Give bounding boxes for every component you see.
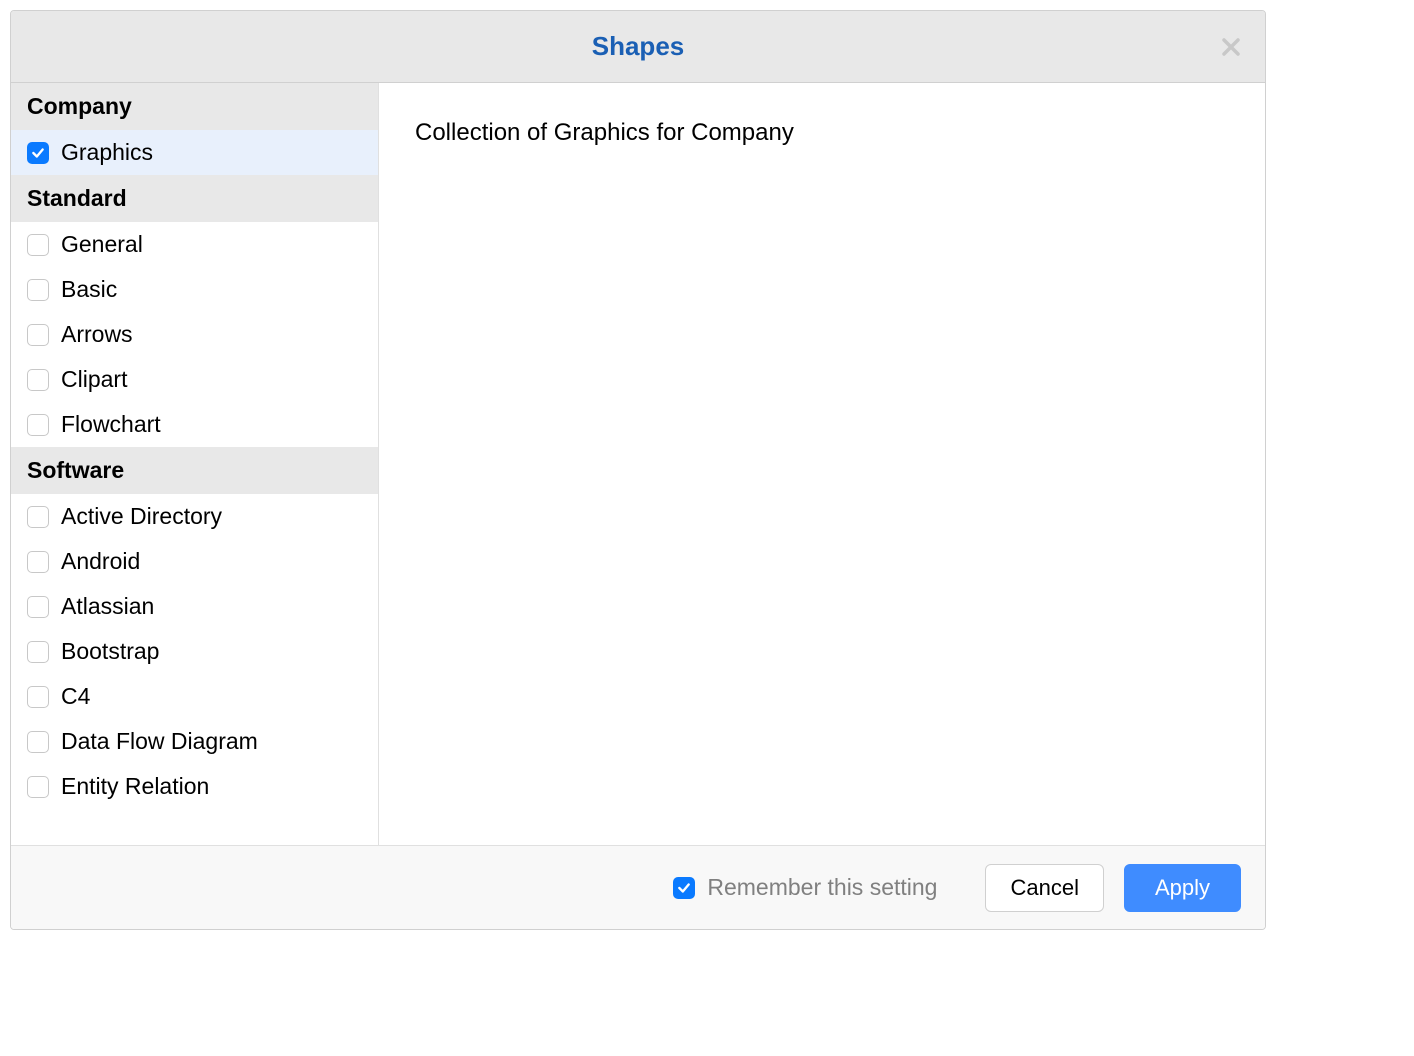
apply-button[interactable]: Apply xyxy=(1124,864,1241,912)
sidebar-item[interactable]: C4 xyxy=(11,674,378,719)
remember-setting-checkbox[interactable] xyxy=(673,877,695,899)
sidebar-item-label: Graphics xyxy=(61,139,153,166)
sidebar-item-label: Android xyxy=(61,548,140,575)
remember-setting-wrap: Remember this setting xyxy=(673,874,937,901)
sidebar-item-label: Active Directory xyxy=(61,503,222,530)
shape-checkbox[interactable] xyxy=(27,414,49,436)
sidebar-item-label: Entity Relation xyxy=(61,773,209,800)
sidebar-item-label: General xyxy=(61,231,143,258)
sidebar-item[interactable]: Android xyxy=(11,539,378,584)
dialog-header: Shapes xyxy=(11,11,1265,83)
shapes-dialog: Shapes Company Graphics Standard General Bas… xyxy=(10,10,1266,930)
sidebar-item-label: Atlassian xyxy=(61,593,154,620)
sidebar-item[interactable]: Flowchart xyxy=(11,402,378,447)
cancel-button[interactable]: Cancel xyxy=(985,864,1103,912)
shape-checkbox[interactable] xyxy=(27,776,49,798)
shape-collection-description: Collection of Graphics for Company xyxy=(415,119,1229,147)
content-pane: Collection of Graphics for Company xyxy=(379,83,1265,845)
sidebar-item[interactable]: Clipart xyxy=(11,357,378,402)
sidebar-category-header: Standard xyxy=(11,175,378,222)
shape-checkbox[interactable] xyxy=(27,641,49,663)
shape-checkbox[interactable] xyxy=(27,731,49,753)
sidebar-item[interactable]: Atlassian xyxy=(11,584,378,629)
shape-checkbox[interactable] xyxy=(27,369,49,391)
sidebar-item[interactable]: General xyxy=(11,222,378,267)
sidebar-item-label: Flowchart xyxy=(61,411,161,438)
remember-setting-label: Remember this setting xyxy=(707,874,937,901)
shape-checkbox[interactable] xyxy=(27,551,49,573)
sidebar-category-header: Software xyxy=(11,447,378,494)
sidebar-item[interactable]: Active Directory xyxy=(11,494,378,539)
shape-checkbox[interactable] xyxy=(27,279,49,301)
shape-checkbox[interactable] xyxy=(27,324,49,346)
dialog-footer: Remember this setting Cancel Apply xyxy=(11,845,1265,929)
sidebar-item-label: Clipart xyxy=(61,366,127,393)
shape-checkbox[interactable] xyxy=(27,686,49,708)
shape-checkbox[interactable] xyxy=(27,142,49,164)
sidebar-item[interactable]: Arrows xyxy=(11,312,378,357)
dialog-body: Company Graphics Standard General Basic Arrow… xyxy=(11,83,1265,845)
sidebar-item[interactable]: Entity Relation xyxy=(11,764,378,809)
dialog-title: Shapes xyxy=(592,31,685,62)
sidebar-item[interactable]: Bootstrap xyxy=(11,629,378,674)
close-icon[interactable] xyxy=(1219,35,1243,59)
shape-checkbox[interactable] xyxy=(27,234,49,256)
sidebar-item-label: Data Flow Diagram xyxy=(61,728,258,755)
sidebar-item[interactable]: Graphics xyxy=(11,130,378,175)
sidebar-item-label: Basic xyxy=(61,276,117,303)
sidebar-item-label: C4 xyxy=(61,683,90,710)
sidebar-item-label: Arrows xyxy=(61,321,133,348)
sidebar-category-header: Company xyxy=(11,83,378,130)
shape-library-sidebar[interactable]: Company Graphics Standard General Basic Arrow… xyxy=(11,83,379,845)
sidebar-item[interactable]: Basic xyxy=(11,267,378,312)
shape-checkbox[interactable] xyxy=(27,506,49,528)
shape-checkbox[interactable] xyxy=(27,596,49,618)
sidebar-item[interactable]: Data Flow Diagram xyxy=(11,719,378,764)
sidebar-item-label: Bootstrap xyxy=(61,638,159,665)
